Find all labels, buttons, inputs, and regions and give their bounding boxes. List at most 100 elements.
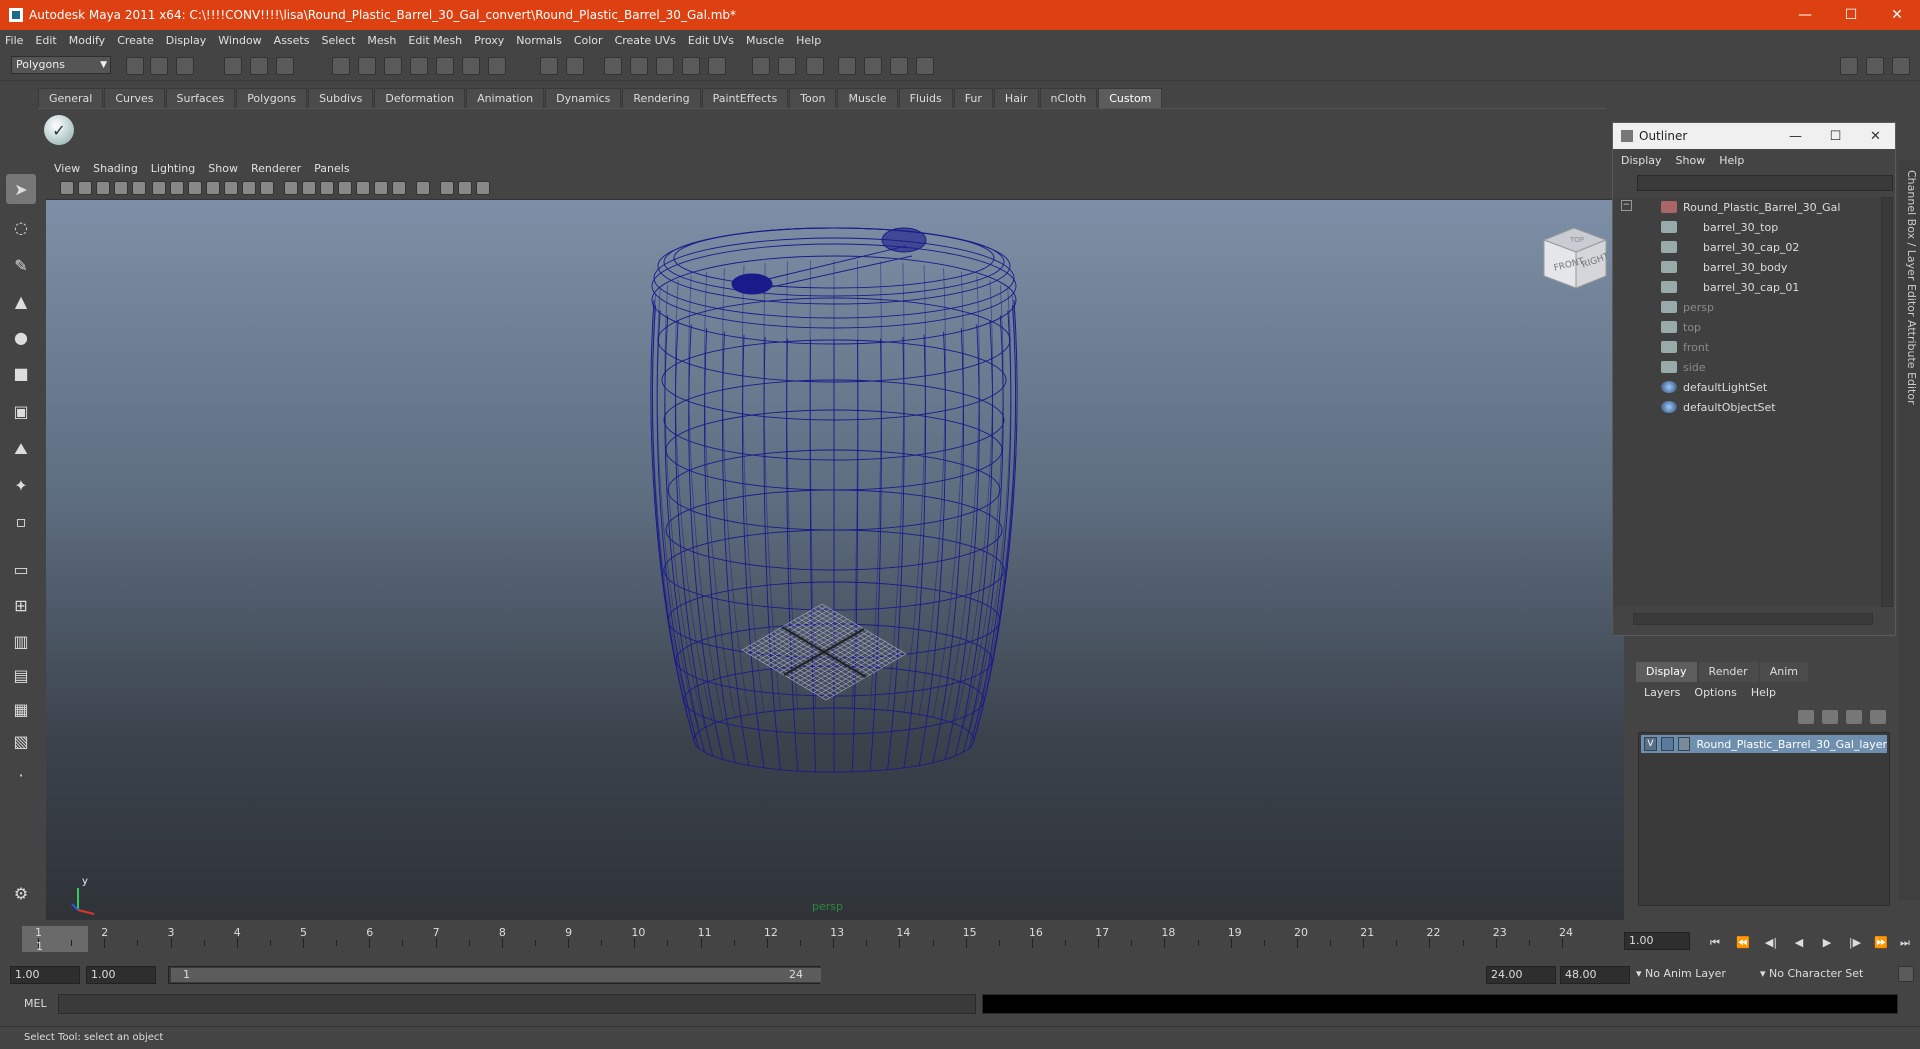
default-light-icon[interactable]: [356, 181, 370, 195]
mel-label[interactable]: MEL: [24, 997, 47, 1010]
menu-muscle[interactable]: Muscle: [746, 34, 784, 47]
shelf-tab-dynamics[interactable]: Dynamics: [545, 88, 622, 108]
step-back-frame-icon[interactable]: ◀|: [1760, 936, 1782, 952]
play-backward-icon[interactable]: ◀: [1788, 936, 1810, 952]
xray-joints-icon[interactable]: [458, 181, 472, 195]
wireframe-on-shaded-icon[interactable]: [320, 181, 334, 195]
render-frame-icon[interactable]: [778, 57, 796, 75]
shelf-tab-fluids[interactable]: Fluids: [898, 88, 953, 108]
all-lights-icon[interactable]: [374, 181, 388, 195]
tab-anim-layers[interactable]: Anim: [1759, 662, 1808, 682]
layer-menu-layers[interactable]: Layers: [1644, 686, 1680, 699]
menu-window[interactable]: Window: [218, 34, 261, 47]
safe-title-icon[interactable]: [260, 181, 274, 195]
construction-history-icon[interactable]: [630, 57, 648, 75]
universal-manipulator-icon[interactable]: ▣: [6, 396, 36, 426]
barrel-wireframe-model[interactable]: [46, 200, 1624, 920]
select-hierarchy-icon[interactable]: [224, 57, 242, 75]
range-slider-thumb[interactable]: 1 24: [171, 968, 821, 982]
layer-menu-help[interactable]: Help: [1751, 686, 1776, 699]
new-scene-icon[interactable]: [126, 57, 144, 75]
tab-render-layers[interactable]: Render: [1698, 662, 1758, 682]
menu-normals[interactable]: Normals: [516, 34, 562, 47]
help-question-icon[interactable]: [488, 57, 506, 75]
film-gate-icon[interactable]: [170, 181, 184, 195]
select-object-icon[interactable]: [250, 57, 268, 75]
animation-start-field[interactable]: 1.00: [10, 966, 80, 984]
make-live-icon[interactable]: [436, 57, 454, 75]
playback-end-field[interactable]: 24.00: [1486, 966, 1556, 984]
shelf-tab-hair[interactable]: Hair: [993, 88, 1039, 108]
outliner-close-button[interactable]: ✕: [1853, 123, 1898, 149]
range-slider[interactable]: 1 24: [168, 966, 821, 984]
outliner-item[interactable]: defaultObjectSet: [1661, 397, 1776, 417]
select-highlight-icon[interactable]: [566, 57, 584, 75]
snap-surface-icon[interactable]: [462, 57, 480, 75]
move-layer-up-icon[interactable]: [1798, 710, 1814, 724]
outliner-item[interactable]: barrel_30_body: [1661, 257, 1787, 277]
shelf-tab-painteffects[interactable]: PaintEffects: [701, 88, 789, 108]
outliner-vertical-scrollbar[interactable]: [1881, 197, 1893, 607]
render-view-icon[interactable]: [752, 57, 770, 75]
menu-edit[interactable]: Edit: [35, 34, 56, 47]
menu-edit-mesh[interactable]: Edit Mesh: [408, 34, 462, 47]
script-editor-icon[interactable]: ⚙: [6, 878, 36, 908]
shelf-tab-rendering[interactable]: Rendering: [622, 88, 701, 108]
animation-end-field[interactable]: 48.00: [1560, 966, 1630, 984]
field-chart-icon[interactable]: [224, 181, 238, 195]
paint-select-tool-icon[interactable]: ✎: [6, 250, 36, 280]
tab-display-layers[interactable]: Display: [1636, 662, 1697, 682]
layer-row[interactable]: V Round_Plastic_Barrel_30_Gal_layer: [1641, 735, 1887, 753]
tab-channel-box-layer-editor[interactable]: Channel Box / Layer Editor: [1900, 170, 1918, 317]
go-to-end-icon[interactable]: ⏭: [1894, 936, 1916, 952]
tab-attribute-editor[interactable]: Attribute Editor: [1900, 320, 1918, 405]
bookmarks-icon[interactable]: [96, 181, 110, 195]
viewport-menu-lighting[interactable]: Lighting: [151, 162, 195, 175]
magnet-3-icon[interactable]: [708, 57, 726, 75]
snap-point-icon[interactable]: [384, 57, 402, 75]
menu-edit-uvs[interactable]: Edit UVs: [688, 34, 734, 47]
show-tool-settings-icon[interactable]: [1866, 57, 1884, 75]
maximize-button[interactable]: ☐: [1828, 0, 1874, 30]
history-icon[interactable]: [604, 57, 622, 75]
menu-help[interactable]: Help: [796, 34, 821, 47]
time-slider[interactable]: 1 2 3 4 5 6 7 8 9 10 11 12 13 14 15 16 17 18 19 20 21 22 23 24 …: [0, 922, 1620, 953]
outliner-item[interactable]: barrel_30_cap_02: [1661, 237, 1799, 257]
lasso-tool-icon[interactable]: ◌: [6, 212, 36, 242]
shelf-tab-polygons[interactable]: Polygons: [236, 88, 308, 108]
new-layer-from-selection-icon[interactable]: [1870, 710, 1886, 724]
outliner-item[interactable]: Round_Plastic_Barrel_30_Gal: [1661, 197, 1840, 217]
move-layer-down-icon[interactable]: [1822, 710, 1838, 724]
move-tool-icon[interactable]: ▲: [6, 286, 36, 316]
mel-input[interactable]: [58, 994, 976, 1014]
menu-set-dropdown[interactable]: Polygons ▼: [11, 56, 111, 74]
play-forward-icon[interactable]: ▶: [1816, 936, 1838, 952]
outliner-menu-help[interactable]: Help: [1719, 154, 1744, 167]
viewport-menu-shading[interactable]: Shading: [93, 162, 138, 175]
outliner-item[interactable]: barrel_30_top: [1661, 217, 1778, 237]
backface-culling-icon[interactable]: [476, 181, 490, 195]
light-editor-icon[interactable]: [890, 57, 908, 75]
wireframe-icon[interactable]: [284, 181, 298, 195]
rotate-tool-icon[interactable]: ●: [6, 322, 36, 352]
single-perspective-layout-icon[interactable]: ▭: [6, 554, 36, 584]
shelf-tab-deformation[interactable]: Deformation: [374, 88, 466, 108]
persp-graph-layout-icon[interactable]: ▤: [6, 660, 36, 690]
render-settings-icon[interactable]: [838, 57, 856, 75]
menu-assets[interactable]: Assets: [274, 34, 310, 47]
lock-icon[interactable]: [540, 57, 558, 75]
outliner-item[interactable]: front: [1661, 337, 1709, 357]
menu-color[interactable]: Color: [574, 34, 603, 47]
close-button[interactable]: ✕: [1874, 0, 1920, 30]
outliner-item[interactable]: side: [1661, 357, 1706, 377]
layer-type-toggle[interactable]: [1660, 737, 1674, 751]
menu-proxy[interactable]: Proxy: [474, 34, 504, 47]
snap-grid-icon[interactable]: [332, 57, 350, 75]
show-manipulator-icon[interactable]: ✦: [6, 470, 36, 500]
menu-create[interactable]: Create: [117, 34, 154, 47]
outliner-item[interactable]: persp: [1661, 297, 1714, 317]
shelf-tab-custom[interactable]: Custom: [1098, 88, 1163, 108]
safe-action-icon[interactable]: [242, 181, 256, 195]
go-to-start-icon[interactable]: ⏮: [1704, 936, 1726, 952]
magnet-icon[interactable]: [656, 57, 674, 75]
